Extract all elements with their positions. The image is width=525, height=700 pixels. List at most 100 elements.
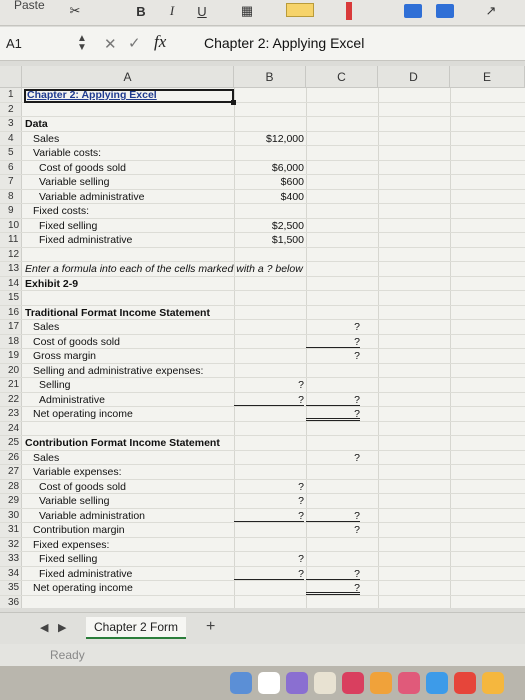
row-header[interactable]: 14: [0, 276, 22, 290]
cell-b[interactable]: [234, 291, 304, 305]
row-header[interactable]: 17: [0, 320, 22, 334]
row-header[interactable]: 19: [0, 349, 22, 363]
name-box-stepper-icon[interactable]: ▲ ▼: [76, 34, 88, 53]
cell-b[interactable]: ?: [234, 494, 304, 508]
fill-color-icon[interactable]: [286, 3, 314, 17]
cell-b[interactable]: $6,000: [234, 161, 304, 175]
worksheet-grid[interactable]: 1 Chapter 2: Applying Excel 2 3 Data 4 Sales $1…: [0, 88, 525, 608]
cell-b[interactable]: [234, 277, 304, 291]
row-header[interactable]: 8: [0, 189, 22, 203]
row-header[interactable]: 12: [0, 247, 22, 261]
cell-c[interactable]: ?: [306, 349, 360, 363]
cell-b[interactable]: ?: [234, 393, 304, 406]
dock-app-icon[interactable]: [370, 672, 392, 694]
cell-c[interactable]: [306, 378, 360, 392]
row-header[interactable]: 4: [0, 131, 22, 145]
format-painter-icon[interactable]: ✂: [64, 2, 86, 20]
column-header-a[interactable]: A: [22, 66, 234, 88]
cell-b[interactable]: [234, 146, 304, 160]
cell-c[interactable]: [306, 262, 360, 276]
row-header[interactable]: 30: [0, 508, 22, 522]
cell-c[interactable]: [306, 306, 360, 320]
row-header[interactable]: 34: [0, 566, 22, 580]
row-header[interactable]: 23: [0, 407, 22, 421]
cell-c[interactable]: [306, 146, 360, 160]
row-header[interactable]: 24: [0, 421, 22, 435]
row-header[interactable]: 31: [0, 523, 22, 537]
cell-b[interactable]: $1,500: [234, 233, 304, 247]
cell-c[interactable]: [306, 175, 360, 189]
cell-c[interactable]: ?: [306, 393, 360, 406]
cell-c[interactable]: [306, 132, 360, 146]
borders-icon[interactable]: ▦: [232, 2, 262, 20]
cell-c[interactable]: [306, 538, 360, 552]
row-header[interactable]: 18: [0, 334, 22, 348]
cell-b[interactable]: [234, 349, 304, 363]
bold-button[interactable]: B: [132, 2, 150, 20]
cell-c[interactable]: ?: [306, 320, 360, 334]
row-header[interactable]: 22: [0, 392, 22, 406]
row-header[interactable]: 29: [0, 494, 22, 508]
cell-b[interactable]: [234, 320, 304, 334]
cell-c[interactable]: [306, 103, 360, 117]
cell-b[interactable]: [234, 596, 304, 609]
cell-b[interactable]: $600: [234, 175, 304, 189]
cell-b[interactable]: [234, 103, 304, 117]
row-header[interactable]: 15: [0, 291, 22, 305]
function-fx-icon[interactable]: fx: [154, 32, 166, 52]
italic-button[interactable]: I: [165, 2, 179, 20]
row-header[interactable]: 9: [0, 204, 22, 218]
cell-b[interactable]: $12,000: [234, 132, 304, 146]
cell-b[interactable]: [234, 465, 304, 479]
cell-c[interactable]: [306, 204, 360, 218]
row-header[interactable]: 33: [0, 552, 22, 566]
column-header-e[interactable]: E: [450, 66, 525, 88]
cell-b[interactable]: [234, 88, 304, 102]
cell-c[interactable]: [306, 422, 360, 436]
dock-app-icon[interactable]: [286, 672, 308, 694]
cell-c[interactable]: ?: [306, 407, 360, 421]
cell-b[interactable]: $2,500: [234, 219, 304, 233]
cancel-icon[interactable]: ✕: [104, 35, 117, 53]
cell-c[interactable]: [306, 552, 360, 566]
cell-b[interactable]: ?: [234, 509, 304, 522]
row-header[interactable]: 10: [0, 218, 22, 232]
row-header[interactable]: 3: [0, 117, 22, 131]
cell-b[interactable]: [234, 204, 304, 218]
cell-b[interactable]: [234, 422, 304, 436]
row-header[interactable]: 32: [0, 537, 22, 551]
row-header[interactable]: 20: [0, 363, 22, 377]
dock-app-icon[interactable]: [398, 672, 420, 694]
row-header[interactable]: 26: [0, 450, 22, 464]
cell-c[interactable]: [306, 219, 360, 233]
row-header[interactable]: 21: [0, 378, 22, 392]
next-sheet-icon[interactable]: ▶: [58, 621, 66, 634]
sheet-tab-chapter-2-form[interactable]: Chapter 2 Form: [86, 617, 187, 639]
dock-app-icon[interactable]: [426, 672, 448, 694]
name-box[interactable]: A1: [6, 36, 46, 51]
cell-b[interactable]: [234, 335, 304, 349]
cell-b[interactable]: [234, 538, 304, 552]
row-header[interactable]: 27: [0, 465, 22, 479]
orientation-icon[interactable]: ↗: [478, 2, 504, 20]
cell-c[interactable]: [306, 480, 360, 494]
underline-button[interactable]: U: [195, 2, 209, 20]
row-header[interactable]: 1: [0, 88, 22, 102]
column-header-b[interactable]: B: [234, 66, 306, 88]
row-header[interactable]: 25: [0, 436, 22, 450]
row-header[interactable]: 13: [0, 262, 22, 276]
cell-c[interactable]: [306, 117, 360, 131]
cell-c[interactable]: [306, 277, 360, 291]
row-header[interactable]: 36: [0, 595, 22, 608]
increase-indent-icon[interactable]: [436, 4, 454, 18]
decrease-indent-icon[interactable]: [404, 4, 422, 18]
cell-c[interactable]: ?: [306, 523, 360, 537]
cell-b[interactable]: [234, 581, 304, 595]
cell-c[interactable]: ?: [306, 581, 360, 595]
cell-b[interactable]: [234, 306, 304, 320]
cell-b[interactable]: [234, 436, 304, 450]
row-header[interactable]: 7: [0, 175, 22, 189]
cell-b[interactable]: [234, 407, 304, 421]
row-header[interactable]: 16: [0, 305, 22, 319]
cell-b[interactable]: ?: [234, 378, 304, 392]
